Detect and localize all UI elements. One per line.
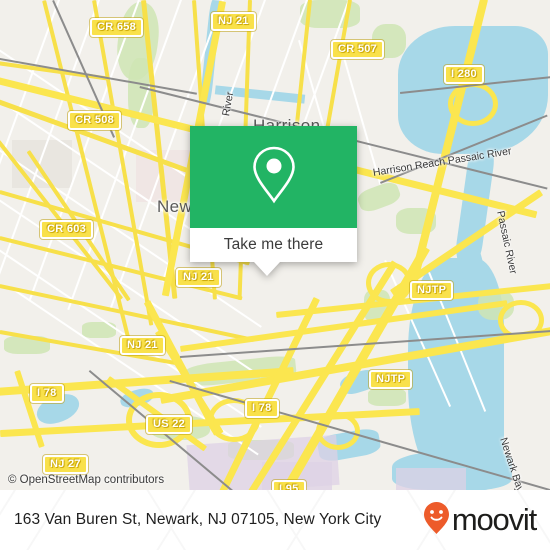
road-shield-nj21-mid: NJ 21 [176, 268, 221, 287]
road-shield-cr603: CR 603 [40, 220, 94, 239]
road-shield-njtp-north: NJTP [410, 281, 454, 300]
moovit-wordmark: moovit [451, 502, 537, 537]
popup-icon-area [190, 126, 357, 228]
road-shield-nj21-north: NJ 21 [211, 12, 256, 31]
road-shield-i280: I 280 [444, 65, 484, 84]
footer-bar: 163 Van Buren St, Newark, NJ 07105, New … [0, 490, 550, 550]
road-interchange-ring [366, 262, 412, 304]
road-shield-cr658: CR 658 [90, 18, 144, 37]
address-label: 163 Van Buren St, Newark, NJ 07105, New … [14, 511, 382, 528]
map-canvas[interactable]: Harrison Reach Passaic River Passaic Riv… [0, 0, 550, 490]
port-area [396, 468, 466, 490]
osm-attribution[interactable]: © OpenStreetMap contributors [8, 474, 164, 486]
moovit-map-screenshot: Harrison Reach Passaic River Passaic Riv… [0, 0, 550, 550]
road-shield-us22: US 22 [146, 415, 193, 434]
road-shield-nj27: NJ 27 [43, 455, 88, 474]
road-shield-cr508: CR 508 [68, 111, 122, 130]
road-shield-i78-west: I 78 [30, 384, 64, 403]
park-meadow-2 [368, 388, 406, 406]
road-shield-i78-east: I 78 [245, 399, 279, 418]
location-popup-card[interactable]: Take me there [190, 126, 357, 276]
moovit-pin-smiley-icon [423, 501, 450, 540]
take-me-there-label: Take me there [223, 236, 324, 253]
road-interchange-ring [316, 412, 360, 450]
road-shield-i95: I 95 [272, 480, 306, 490]
road-interchange-ring [448, 82, 498, 126]
moovit-logo[interactable]: moovit [423, 501, 542, 540]
road-shield-nj21-south: NJ 21 [120, 336, 165, 355]
map-pin-icon [251, 145, 297, 210]
popup-pointer-tail [254, 262, 280, 276]
road-shield-cr507: CR 507 [331, 40, 385, 59]
road-shield-njtp-south: NJTP [369, 370, 413, 389]
take-me-there-button[interactable]: Take me there [190, 228, 357, 262]
